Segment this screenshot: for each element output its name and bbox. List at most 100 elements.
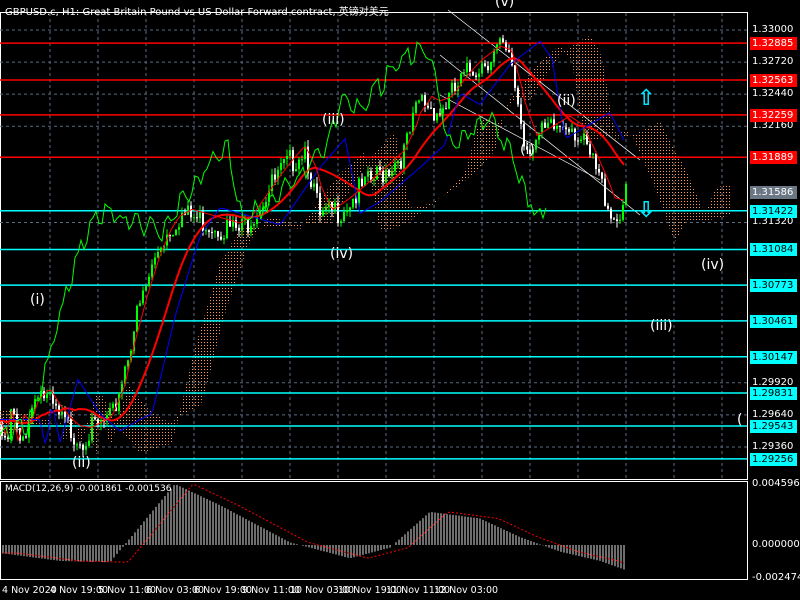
support-price-label: 1.30147 xyxy=(750,350,797,364)
wave-label: (iii) xyxy=(322,112,345,128)
candle-body xyxy=(502,38,504,43)
support-price-label: 1.29543 xyxy=(750,419,797,433)
candle-body xyxy=(379,166,381,171)
candle-body xyxy=(442,108,444,114)
candle-body xyxy=(574,128,576,141)
price-tick-label: 1.29360 xyxy=(752,440,794,452)
candle-body xyxy=(91,417,93,441)
candle-body xyxy=(472,71,474,76)
candle-body xyxy=(373,179,375,181)
candle-body xyxy=(274,174,276,180)
wave-label: (iv) xyxy=(330,246,354,262)
candle-body xyxy=(172,235,174,237)
candle-body xyxy=(85,445,87,450)
candle-body xyxy=(589,144,591,155)
price-tick-label: 1.32440 xyxy=(752,88,794,100)
candle-body xyxy=(400,160,402,169)
candle-body xyxy=(445,108,447,110)
candle-body xyxy=(544,122,546,128)
candle-body xyxy=(577,140,579,142)
price-tick-label: 1.32160 xyxy=(752,120,794,132)
wave-label: (iv) xyxy=(701,257,725,273)
chart-title: GBPUSD.c, H1: Great Britain Pound vs US … xyxy=(5,7,389,18)
candle-body xyxy=(397,160,399,164)
arrow-down-icon: ⇩ xyxy=(637,198,656,223)
candle-body xyxy=(469,62,471,72)
candle-body xyxy=(412,112,414,133)
candle-body xyxy=(385,169,387,183)
candle-body xyxy=(493,50,495,62)
candle-body xyxy=(97,419,99,424)
candle-body xyxy=(157,252,159,258)
candle-body xyxy=(340,221,342,223)
candle-body xyxy=(535,139,537,150)
candle-body xyxy=(139,303,141,306)
support-price-label: 1.30461 xyxy=(750,314,797,328)
candle-body xyxy=(565,127,567,130)
candle-body xyxy=(571,128,573,132)
candle-body xyxy=(625,183,627,206)
candle-body xyxy=(298,159,300,169)
candle-body xyxy=(13,409,15,415)
price-chart[interactable] xyxy=(0,0,800,600)
current-price-label: 1.31586 xyxy=(750,185,797,199)
candle-body xyxy=(286,155,288,160)
macd-tick-label: 0.000000 xyxy=(752,539,800,550)
wave-label: (i) xyxy=(30,292,45,308)
candle-body xyxy=(382,170,384,183)
time-tick-label: 12 Nov 03:00 xyxy=(434,585,499,596)
candle-body xyxy=(175,229,177,236)
candle-body xyxy=(226,219,228,239)
candle-body xyxy=(556,125,558,129)
candle-body xyxy=(61,411,63,415)
candle-body xyxy=(409,132,411,134)
candle-body xyxy=(247,218,249,233)
candle-body xyxy=(55,403,57,406)
candle-body xyxy=(553,119,555,129)
candle-body xyxy=(220,236,222,240)
candle-body xyxy=(253,224,255,226)
candle-body xyxy=(517,87,519,105)
candle-body xyxy=(280,163,282,170)
candle-body xyxy=(361,178,363,187)
candle-body xyxy=(46,394,48,399)
candle-body xyxy=(154,257,156,265)
candle-body xyxy=(109,408,111,416)
ichimoku-cloud xyxy=(0,36,732,458)
candle-body xyxy=(427,105,429,108)
candle-body xyxy=(145,286,147,291)
candle-body xyxy=(304,146,306,160)
resistance-price-label: 1.32259 xyxy=(750,108,797,122)
candle-body xyxy=(352,198,354,208)
candle-body xyxy=(613,218,615,220)
candle-body xyxy=(604,178,606,206)
candle-body xyxy=(406,133,408,145)
candle-body xyxy=(514,65,516,88)
support-price-label: 1.29256 xyxy=(750,452,797,466)
candle-body xyxy=(520,104,522,124)
candle-body xyxy=(403,144,405,169)
candle-body xyxy=(463,72,465,74)
wave-label: (iii) xyxy=(650,318,673,334)
candle-body xyxy=(550,119,552,123)
candle-body xyxy=(70,418,72,439)
candle-body xyxy=(580,139,582,142)
candle-body xyxy=(598,168,600,173)
candle-body xyxy=(466,62,468,73)
candle-body xyxy=(205,230,207,232)
candle-body xyxy=(418,100,420,103)
candle-body xyxy=(76,444,78,446)
candle-body xyxy=(187,205,189,215)
macd-label: MACD(12,26,9) -0.001861 -0.001536 xyxy=(5,484,172,494)
wave-label: (ii) xyxy=(557,93,576,109)
candle-body xyxy=(475,75,477,77)
candle-body xyxy=(112,403,114,409)
time-tick-label: 4 Nov 2020 xyxy=(2,585,57,596)
candle-body xyxy=(265,202,267,208)
support-price-label: 1.30773 xyxy=(750,279,797,293)
candle-body xyxy=(37,397,39,400)
candle-body xyxy=(196,217,198,219)
candle-body xyxy=(334,202,336,211)
candle-body xyxy=(490,61,492,71)
candle-body xyxy=(241,218,243,231)
